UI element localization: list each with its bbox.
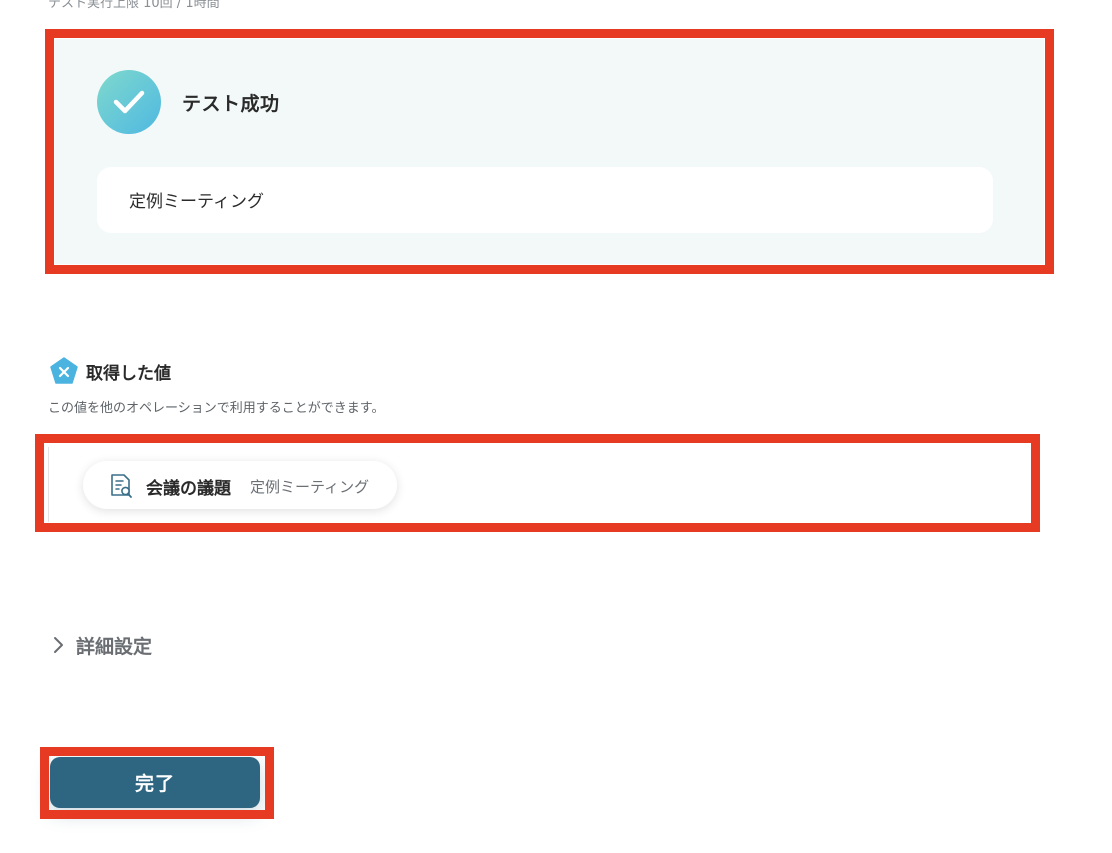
highlight-frame-success (45, 29, 1054, 274)
value-chip-label: 会議の議題 (146, 479, 231, 499)
test-result-box: 定例ミーティング (97, 167, 993, 233)
value-chip-value: 定例ミーティング (250, 478, 370, 496)
test-result-text: 定例ミーティング (129, 192, 264, 212)
test-limit-note: テスト実行上限 10回 / 1時間 (48, 0, 220, 11)
pentagon-x-icon (50, 357, 78, 384)
checkmark-icon (113, 90, 145, 114)
check-circle-icon (97, 70, 161, 134)
retrieved-values-description: この値を他のオペレーションで利用することができます。 (48, 401, 385, 416)
retrieved-values-title: 取得した値 (86, 364, 171, 384)
page: テスト実行上限 10回 / 1時間 テスト成功 定例ミーティング 取得した値 こ… (0, 0, 1112, 853)
highlight-frame-complete (40, 747, 274, 819)
advanced-settings-toggle[interactable]: 詳細設定 (50, 630, 152, 660)
document-search-icon (111, 474, 132, 498)
value-chip[interactable]: 会議の議題 定例ミーティング (83, 461, 397, 509)
chevron-right-icon (54, 637, 63, 653)
success-title: テスト成功 (182, 93, 280, 115)
advanced-settings-label: 詳細設定 (76, 635, 153, 658)
